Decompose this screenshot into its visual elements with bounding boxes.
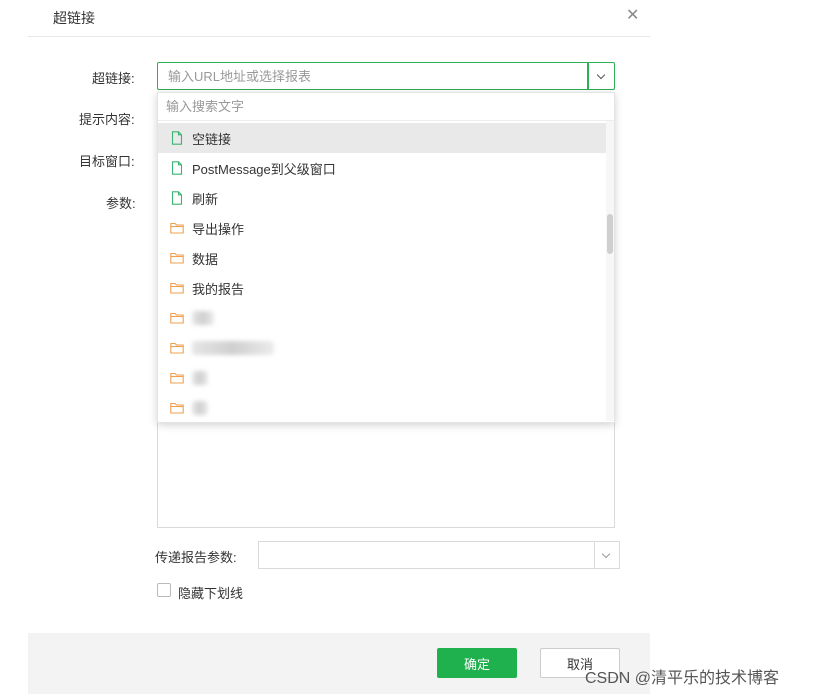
file-icon — [171, 131, 183, 145]
hide-underline-label: 隐藏下划线 — [178, 586, 244, 601]
list-item-refresh[interactable]: 刷新 — [158, 183, 606, 213]
hyperlink-dropdown-toggle[interactable] — [588, 62, 615, 90]
dialog-header: 超链接 ✕ — [28, 0, 650, 37]
list-item-redacted[interactable] — [158, 393, 606, 423]
folder-icon — [170, 312, 184, 324]
ok-button[interactable]: 确定 — [437, 648, 517, 678]
folder-icon — [170, 282, 184, 294]
pass-params-dropdown-toggle[interactable] — [594, 541, 620, 569]
hyperlink-label: 超链接: — [92, 71, 135, 86]
list-item-label: 空链接 — [192, 131, 232, 147]
pass-params-select[interactable] — [258, 541, 594, 569]
list-item-my-reports[interactable]: 我的报告 — [158, 273, 606, 303]
list-item-postmessage[interactable]: PostMessage到父级窗口 — [158, 153, 606, 183]
list-item-empty-link[interactable]: 空链接 — [158, 123, 606, 153]
dropdown-scrollbar-thumb[interactable] — [607, 214, 613, 254]
list-item-data[interactable]: 数据 — [158, 243, 606, 273]
hyperlink-dropdown: 空链接 PostMessage到父级窗口 刷新 导出操作 — [157, 92, 615, 423]
list-item-label: PostMessage到父级窗口 — [192, 161, 336, 177]
redacted-label — [192, 401, 208, 415]
folder-icon — [170, 252, 184, 264]
list-item-label: 导出操作 — [192, 221, 245, 237]
dropdown-scrollbar-track[interactable] — [606, 121, 614, 421]
file-icon — [171, 191, 183, 205]
redacted-label — [192, 311, 214, 325]
list-item-redacted[interactable] — [158, 363, 606, 393]
folder-icon — [170, 342, 184, 354]
list-item-redacted[interactable] — [158, 303, 606, 333]
chevron-down-icon — [601, 549, 611, 559]
params-label: 参数: — [106, 196, 136, 211]
folder-icon — [170, 402, 184, 414]
redacted-label — [192, 371, 208, 385]
target-window-label: 目标窗口: — [79, 154, 135, 169]
dialog-title: 超链接 — [53, 10, 95, 26]
file-icon — [171, 161, 183, 175]
hide-underline-checkbox[interactable] — [157, 583, 171, 597]
watermark: CSDN @清平乐的技术博客 — [585, 670, 780, 687]
list-item-redacted[interactable] — [158, 333, 606, 363]
dropdown-list: 空链接 PostMessage到父级窗口 刷新 导出操作 数据 我的报告 — [158, 123, 606, 423]
folder-icon — [170, 372, 184, 384]
close-icon[interactable]: ✕ — [626, 7, 639, 25]
list-item-label: 我的报告 — [192, 281, 245, 297]
list-item-label: 数据 — [192, 251, 219, 267]
dropdown-search-input[interactable] — [158, 93, 614, 121]
folder-icon — [170, 222, 184, 234]
redacted-label — [192, 341, 274, 355]
list-item-label: 刷新 — [192, 191, 219, 207]
tip-content-label: 提示内容: — [79, 112, 135, 127]
list-item-export[interactable]: 导出操作 — [158, 213, 606, 243]
chevron-down-icon — [596, 70, 606, 80]
pass-params-label: 传递报告参数: — [155, 550, 237, 565]
hyperlink-url-input[interactable] — [157, 62, 588, 90]
